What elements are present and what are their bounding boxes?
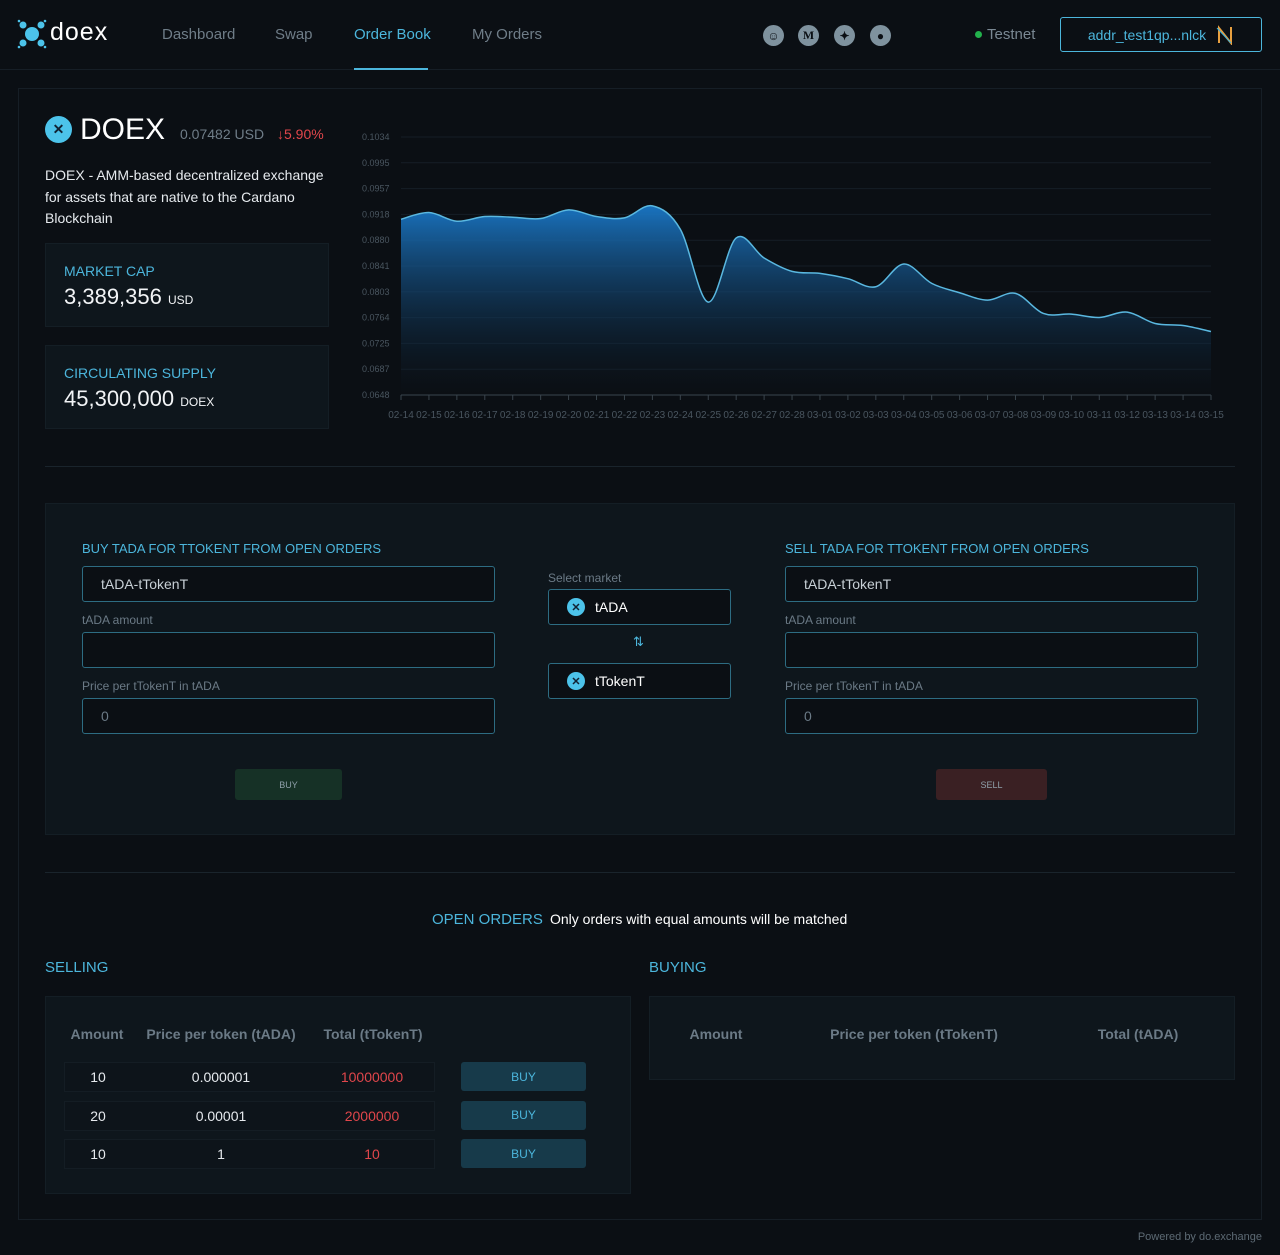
open-orders-note: Only orders with equal amounts will be m… [550,911,848,927]
x-tick-label: 02-21 [584,410,610,421]
sell-pair-field[interactable]: tADA-tTokenT [785,566,1198,602]
market-from-select[interactable]: ✕ tADA [548,589,731,625]
order-buy-button[interactable]: BUY [461,1139,586,1168]
buy-amount-input[interactable] [82,632,495,668]
sell-amount-label: tADA amount [785,613,856,627]
sell-price-label: Price per tTokenT in tADA [785,679,923,693]
x-tick-label: 02-25 [695,410,721,421]
x-tick-label: 02-15 [416,410,442,421]
x-tick-label: 03-14 [1170,410,1196,421]
ttokent-token-icon: ✕ [567,672,585,690]
buy-price-input[interactable]: 0 [82,698,495,734]
divider [45,466,1235,467]
buy-amount-label: tADA amount [82,613,153,627]
sell-title: SELL TADA FOR TTOKENT FROM OPEN ORDERS [785,541,1089,556]
y-tick-label: 0.0957 [362,184,390,194]
x-tick-label: 03-13 [1142,410,1168,421]
x-tick-label: 02-26 [723,410,749,421]
footer-powered-by[interactable]: Powered by do.exchange [1138,1231,1262,1243]
x-tick-label: 03-15 [1198,410,1224,421]
x-tick-label: 03-08 [1003,410,1029,421]
y-tick-label: 0.0841 [362,261,390,271]
tada-token-icon: ✕ [567,598,585,616]
x-tick-label: 03-04 [891,410,917,421]
select-market-label: Select market [548,571,622,585]
y-tick-label: 0.0764 [362,313,390,323]
sell-price-input[interactable]: 0 [785,698,1198,734]
x-tick-label: 03-03 [863,410,889,421]
order-buy-button[interactable]: BUY [461,1062,586,1091]
y-tick-label: 0.0995 [362,158,390,168]
x-tick-label: 03-11 [1087,410,1112,421]
market-from-label: tADA [595,599,628,615]
x-tick-label: 02-18 [500,410,526,421]
market-to-select[interactable]: ✕ tTokenT [548,663,731,699]
x-tick-label: 02-28 [779,410,805,421]
price-chart: 0.1034 0.0995 0.0957 0.0918 0.0880 0.0841 0.08… [362,132,1224,421]
x-tick-label: 02-24 [668,410,694,421]
price-area [401,205,1211,395]
x-tick-label: 02-14 [388,410,414,421]
x-tick-label: 03-06 [947,410,973,421]
table-row: 10 0.000001 10000000 [64,1062,435,1092]
sell-amount-input[interactable] [785,632,1198,668]
divider [45,872,1235,873]
x-tick-label: 03-12 [1114,410,1140,421]
order-total: 2000000 [344,1107,400,1124]
open-orders-title: OPEN ORDERS [432,911,543,928]
buying-header-amount: Amount [689,1026,743,1042]
x-tick-label: 02-16 [444,410,470,421]
swap-direction-icon[interactable]: ⇅ [633,634,644,650]
order-buy-button[interactable]: BUY [461,1100,586,1130]
table-row: 10 1 10 [64,1139,435,1169]
x-tick-label: 03-10 [1059,410,1085,421]
selling-header-amount: Amount [70,1026,124,1042]
x-tick-label: 03-05 [919,410,945,421]
order-price: 0.00001 [195,1107,247,1124]
y-tick-label: 0.0803 [362,287,390,297]
x-tick-label: 03-07 [975,410,1001,421]
x-tick-label: 02-20 [556,410,582,421]
buying-header-total: Total (tADA) [1097,1026,1179,1042]
sell-button[interactable]: SELL [936,769,1047,800]
market-to-label: tTokenT [595,673,645,689]
order-total: 10 [364,1146,380,1162]
buy-price-label: Price per tTokenT in tADA [82,679,220,693]
y-tick-label: 0.0648 [362,390,390,400]
order-total: 10000000 [340,1069,404,1085]
order-price: 0.000001 [191,1069,251,1085]
table-row: 20 0.00001 2000000 [64,1100,435,1131]
x-tick-label: 02-27 [751,410,777,421]
y-tick-label: 0.0687 [362,364,390,374]
buy-pair-field[interactable]: tADA-tTokenT [82,566,495,602]
x-tick-label: 02-22 [612,410,638,421]
y-tick-label: 0.1034 [362,132,390,142]
order-amount: 10 [90,1069,106,1085]
selling-title: SELLING [45,959,109,976]
selling-header-total: Total (tTokenT) [323,1026,423,1042]
y-tick-label: 0.0918 [362,209,390,219]
x-tick-label: 03-02 [835,410,861,421]
y-tick-label: 0.0880 [362,235,390,245]
selling-header-price: Price per token (tADA) [146,1026,296,1042]
x-tick-label: 02-17 [472,410,498,421]
buy-button[interactable]: BUY [235,769,342,800]
x-tick-label: 03-09 [1031,410,1057,421]
order-amount: 10 [90,1146,106,1162]
x-tick-label: 02-19 [528,410,554,421]
buying-title: BUYING [649,959,707,976]
order-price: 1 [217,1146,225,1162]
buying-header-price: Price per token (tTokenT) [830,1026,998,1042]
y-tick-label: 0.0725 [362,338,390,348]
x-tick-label: 02-23 [640,410,666,421]
order-amount: 20 [90,1107,106,1124]
buy-title: BUY TADA FOR TTOKENT FROM OPEN ORDERS [82,541,382,556]
x-tick-label: 03-01 [807,410,833,421]
